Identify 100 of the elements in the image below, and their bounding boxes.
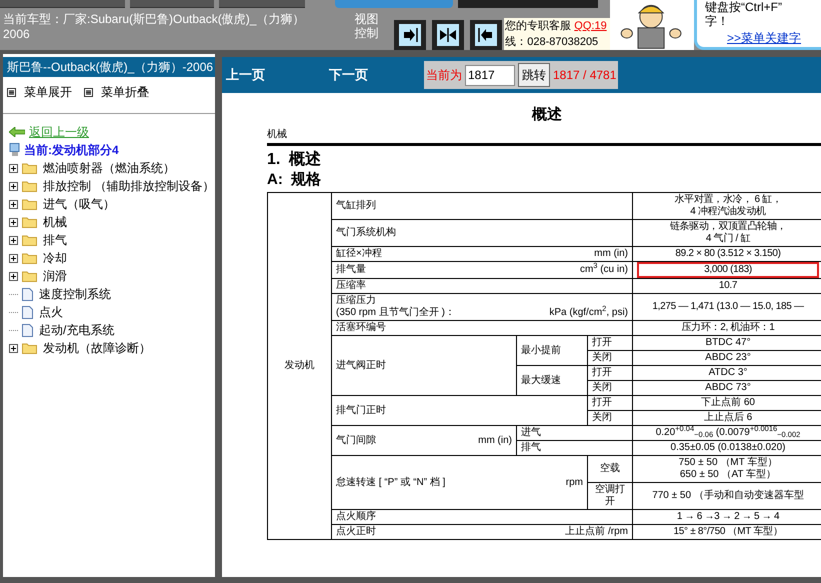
view-button[interactable] [470,20,502,50]
next-page-button[interactable]: 下一页 [329,65,368,85]
spec-value: 1,275 — 1,471 (13.0 — 15.0, 185 — [651,301,805,313]
spec-value: ATDC 3° [708,367,748,378]
spec-label: 怠速转速 [ “P” 或 “N” 档 ] [336,476,446,488]
unit-label: mm (in) [478,434,512,446]
service-phone: 线：028-87038205 [505,35,600,50]
folder-icon [22,216,37,228]
spec-value: 链条驱动，双顶置凸轮轴， 4 气门 / 缸 [668,221,788,245]
arrow-left-icon [475,24,498,46]
page-icon [22,324,33,336]
spec-label: 气门间隙 [336,434,376,446]
tip-link[interactable]: >>菜单关建字 [705,28,821,45]
state-label: 打开 [592,337,612,348]
tip-text: 键盘按“Ctrl+F” 字！ [705,0,783,28]
arrows-inward-icon [437,24,460,46]
sub-label: 最大缓速 [521,374,561,386]
spec-value: 770 ± 50 （手动和自动变速器车型 [651,490,805,502]
tree-item[interactable]: 排放控制 （辅助排放控制设备） [43,177,214,195]
tree-item[interactable]: 排气 [43,231,67,249]
expand-icon[interactable] [9,164,18,172]
unit-label: 上止点前 /rpm [565,526,628,538]
current-page-label: 当前为 [426,67,462,84]
spec-label: 点火顺序 [336,511,376,523]
state-label: 关闭 [592,412,612,423]
folder-icon [22,198,37,210]
spec-value: 0.35±0.05 (0.0138±0.020) [670,442,786,453]
spec-label: 进气阀正时 [336,360,386,370]
spec-label: 压缩率 [336,280,366,292]
tree-item[interactable]: 点火 [39,303,63,321]
qq-link[interactable]: QQ:19 [574,20,607,32]
arrow-right-icon [399,24,422,46]
tree-item[interactable]: 机械 [43,213,67,231]
computer-icon [9,143,21,157]
tree-item[interactable]: 起动/充电系统 [39,321,114,339]
vehicle-info: 当前车型：厂家:Subaru(斯巴鲁)Outback(傲虎)_（力狮） 2006 [2,11,306,43]
current-node-label: 当前:发动机部分4 [24,142,119,159]
state-label: 关闭 [592,352,612,363]
spec-label: 气缸排列 [336,200,376,212]
expand-icon[interactable] [9,182,18,190]
spec-label: 缸径×冲程 [336,248,382,260]
service-label: 您的专职客服 [505,20,572,32]
spec-value: 10.7 [718,280,738,292]
tree-item[interactable]: 发动机（故障诊断） [43,339,151,357]
heading-2: A: 规格 [267,170,322,190]
view-button[interactable] [432,20,464,50]
tree-item[interactable]: 进气（吸气） [43,195,115,213]
spec-value: 压力环：2, 机油环：1 [680,322,776,334]
tree-item[interactable]: 燃油喷射器（燃油系统） [43,159,175,177]
tree-item[interactable]: 速度控制系统 [39,285,111,303]
expand-icon[interactable] [9,236,18,244]
page-icon [22,306,33,318]
sidebar-title: 斯巴鲁--Outback(傲虎)_（力狮）-2006 [3,57,215,77]
state-label: 打开 [592,397,612,408]
spec-label: 气门系统机构 [336,227,396,239]
page-input[interactable]: 1817 [465,64,515,86]
unit-label: rpm [566,476,583,488]
expand-icon[interactable] [9,218,18,226]
spec-label: 排气量 [336,264,366,276]
section-label: 机械 [267,129,288,141]
state-label: 空载 [599,463,621,475]
folder-icon [22,342,37,354]
list-icon [84,88,93,96]
page-icon [22,288,33,300]
page-title: 概述 [532,106,562,123]
unit-label: mm (in) [594,248,628,260]
spec-value: 89.2 × 80 (3.512 × 3.150) [674,248,782,260]
spec-value: 3,000 (183) [703,264,753,276]
expand-icon[interactable] [9,344,18,352]
spec-value: ABDC 23° [705,352,751,363]
expand-icon[interactable] [9,200,18,208]
spec-value: 1 → 6 →3 → 2 → 5 → 4 [676,511,780,523]
spec-value: 15° ± 8°/750 （MT 车型） [672,526,784,538]
heading-1: 1. 概述 [267,150,322,170]
spec-label: 点火正时 [336,526,376,538]
view-control-label: 视图控制 [354,11,380,42]
tree-item[interactable]: 润滑 [43,267,67,285]
folder-icon [22,234,37,246]
unit-label: cm$^{3}$ (cu in) [580,264,628,276]
view-button[interactable] [394,20,426,50]
folder-icon [22,270,37,282]
menu-action-link[interactable]: 菜单展开 [7,83,72,101]
expand-icon[interactable] [9,254,18,262]
tree-item[interactable]: 冷却 [43,249,67,267]
unit-label: kPa (kgf/cm$^{2}$, psi) [549,307,628,319]
spec-value: BTDC 47° [705,337,751,348]
list-icon [7,88,16,96]
group-label: 发动机 [284,360,314,371]
folder-icon [22,180,37,192]
spec-value: 下止点前 60 [701,397,755,408]
expand-icon[interactable] [9,272,18,280]
folder-icon [22,252,37,264]
folder-icon [22,162,37,174]
go-button[interactable]: 跳转 [518,63,550,87]
menu-action-link[interactable]: 菜单折叠 [84,83,149,101]
back-link[interactable]: 返回上一级 [9,123,215,141]
prev-page-button[interactable]: 上一页 [226,65,265,85]
state-label: 进气 [521,427,541,438]
page-count: 1817 / 4781 [553,67,616,84]
spec-value: 水平对置，水冷， 6 缸， 4 冲程汽油发动机 [673,194,783,218]
